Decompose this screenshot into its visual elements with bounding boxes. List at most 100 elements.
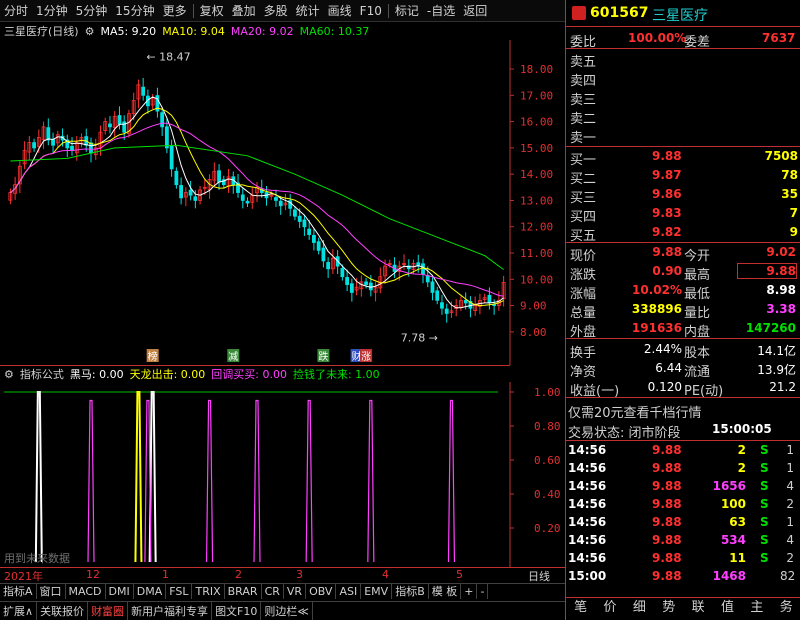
stat2-value: 21.2 [769, 380, 796, 394]
candle-body [117, 115, 122, 125]
stat-row: 涨跌 0.90 最高 9.88 [566, 263, 800, 283]
indicator-tab-13[interactable]: 指标B [392, 584, 429, 599]
side-tab-0[interactable]: 笔 [566, 599, 595, 620]
toolbar-item-12[interactable]: -自选 [423, 2, 459, 19]
indicator-tab-10[interactable]: OBV [306, 584, 337, 599]
indicator-tab-6[interactable]: TRIX [192, 584, 225, 599]
indicator-tab-9[interactable]: VR [284, 584, 307, 599]
stat-label: 量比 [684, 306, 711, 321]
indicator-tab-3[interactable]: DMI [106, 584, 134, 599]
indicator-tab-12[interactable]: EMV [361, 584, 393, 599]
bottom-tab-1[interactable]: 关联报价 [37, 602, 89, 620]
candle-body [293, 209, 297, 217]
trade-price: 9.88 [652, 551, 682, 565]
trade-count: 1 [786, 443, 794, 457]
indicator-tab-2[interactable]: MACD [66, 584, 106, 599]
indicator-tab-1[interactable]: 窗口 [37, 584, 66, 599]
quote-panel: 601567 三星医疗 委比 100.00% 委差 7637 卖五 卖四 卖三 卖二 卖一 买一 9.8… [565, 0, 800, 620]
buy-row: 买一 9.88 7508 [566, 148, 800, 168]
stat-value: 9.88 [737, 263, 797, 279]
indicator-tab-11[interactable]: ASI [336, 584, 362, 599]
trade-row: 14:56 9.88 534 S 4 [566, 532, 800, 550]
indicator-tab-16[interactable]: - [477, 584, 489, 599]
candle-body [307, 228, 312, 236]
stat-row: 总量 338896 量比 3.38 [566, 301, 800, 321]
buy-label: 买一 [570, 153, 597, 168]
indicator-name[interactable]: 指标公式 [20, 366, 64, 382]
sell-label: 卖三 [570, 93, 597, 108]
indicator-tab-7[interactable]: BRAR [225, 584, 262, 599]
stock-title[interactable]: 三星医疗(日线) [0, 23, 79, 39]
indicator-tab-8[interactable]: CR [262, 584, 284, 599]
toolbar-item-2[interactable]: 5分钟 [72, 2, 112, 19]
sell-row: 卖二 [566, 107, 800, 127]
panel-divider [566, 597, 800, 598]
toolbar-item-4[interactable]: 更多 [159, 2, 191, 19]
side-tab-4[interactable]: 联 [684, 599, 713, 620]
ma10-label: MA10: 9.04 [162, 24, 225, 38]
toolbar-item-13[interactable]: 返回 [459, 2, 491, 19]
trade-count: 2 [786, 551, 794, 565]
side-tab-3[interactable]: 势 [654, 599, 683, 620]
price-tick-label: 16.00 [520, 116, 553, 129]
indicator-tab-4[interactable]: DMA [134, 584, 167, 599]
ma5-label: MA5: 9.20 [100, 24, 157, 38]
indicator-settings-icon[interactable]: ⚙ [0, 368, 14, 381]
candle-body [364, 281, 368, 285]
trade-time: 14:56 [568, 461, 607, 475]
toolbar-item-1[interactable]: 1分钟 [32, 2, 72, 19]
stat-value: 0.90 [652, 264, 682, 278]
candle-body [326, 262, 331, 270]
candle-body [340, 268, 345, 278]
trade-time: 15:00 [568, 569, 607, 583]
indicator-tab-0[interactable]: 指标A [0, 584, 37, 599]
candle-body [430, 281, 435, 293]
side-tab-1[interactable]: 价 [595, 599, 624, 620]
indicator-pulse [447, 399, 456, 563]
panel-divider [566, 397, 800, 398]
side-tab-7[interactable]: 务 [772, 599, 800, 620]
stat-label: 今开 [684, 249, 711, 264]
side-tab-5[interactable]: 值 [713, 599, 742, 620]
toolbar-separator [387, 3, 389, 18]
bottom-tab-5[interactable]: 则边栏≪ [261, 602, 313, 620]
x-axis: 2021年 12 1 2 3 4 5 日线 [0, 567, 565, 584]
side-tab-2[interactable]: 细 [625, 599, 654, 620]
toolbar-item-9[interactable]: 画线 [324, 2, 356, 19]
chart-title-line: 三星医疗(日线) ⚙ MA5: 9.20 MA10: 9.04 MA20: 9.… [0, 22, 510, 40]
candle-body [141, 86, 146, 96]
toolbar-item-8[interactable]: 统计 [292, 2, 324, 19]
toolbar-item-0[interactable]: 分时 [0, 2, 32, 19]
candlestick-chart[interactable]: 18.00 17.00 16.00 15.00 14.00 13.00 12.00 11.00… [0, 40, 565, 365]
stat-row: 现价 9.88 今开 9.02 [566, 244, 800, 264]
indicator-chart[interactable]: 1.00 0.80 0.60 0.40 0.20 [0, 382, 565, 567]
candle-body [51, 138, 55, 146]
indicator-tab-5[interactable]: FSL [166, 584, 193, 599]
indicator-tab-15[interactable]: + [461, 584, 478, 599]
side-tab-6[interactable]: 主 [742, 599, 771, 620]
trade-row: 14:56 9.88 2 S 1 [566, 442, 800, 460]
indicator-tabs: 指标A 窗口 MACD DMI DMA FSL TRIX BRAR CR VR OBV ASI EMV 指… [0, 583, 565, 599]
bottom-tab-4[interactable]: 图文F10 [212, 602, 262, 620]
indicator-tab-14[interactable]: 模 板 [429, 584, 462, 599]
promo-row[interactable]: 仅需20元查看千档行情 [566, 401, 800, 421]
bottom-tab-2[interactable]: 财富圈 [88, 602, 129, 620]
candle-body [345, 277, 350, 285]
bottom-tab-0[interactable]: 扩展∧ [0, 602, 38, 620]
toolbar-item-10[interactable]: F10 [356, 4, 386, 18]
toolbar-item-5[interactable]: 复权 [196, 2, 228, 19]
toolbar-item-3[interactable]: 15分钟 [111, 2, 158, 19]
toolbar-item-7[interactable]: 多股 [260, 2, 292, 19]
bottom-tab-3[interactable]: 新用户福利专享 [128, 602, 213, 620]
period-label[interactable]: 日线 [528, 568, 550, 584]
price-tick-label: 12.00 [520, 221, 553, 234]
trade-volume: 2 [737, 461, 746, 475]
toolbar-item-6[interactable]: 叠加 [228, 2, 260, 19]
candle-body [274, 197, 278, 201]
stat2-label: 净资 [570, 365, 597, 380]
toolbar-item-11[interactable]: 标记 [391, 2, 423, 19]
settings-icon[interactable]: ⚙ [85, 25, 95, 38]
price-tick-label: 15.00 [520, 142, 553, 155]
stock-code: 601567 [590, 5, 649, 21]
x-label-4: 3 [296, 568, 303, 581]
